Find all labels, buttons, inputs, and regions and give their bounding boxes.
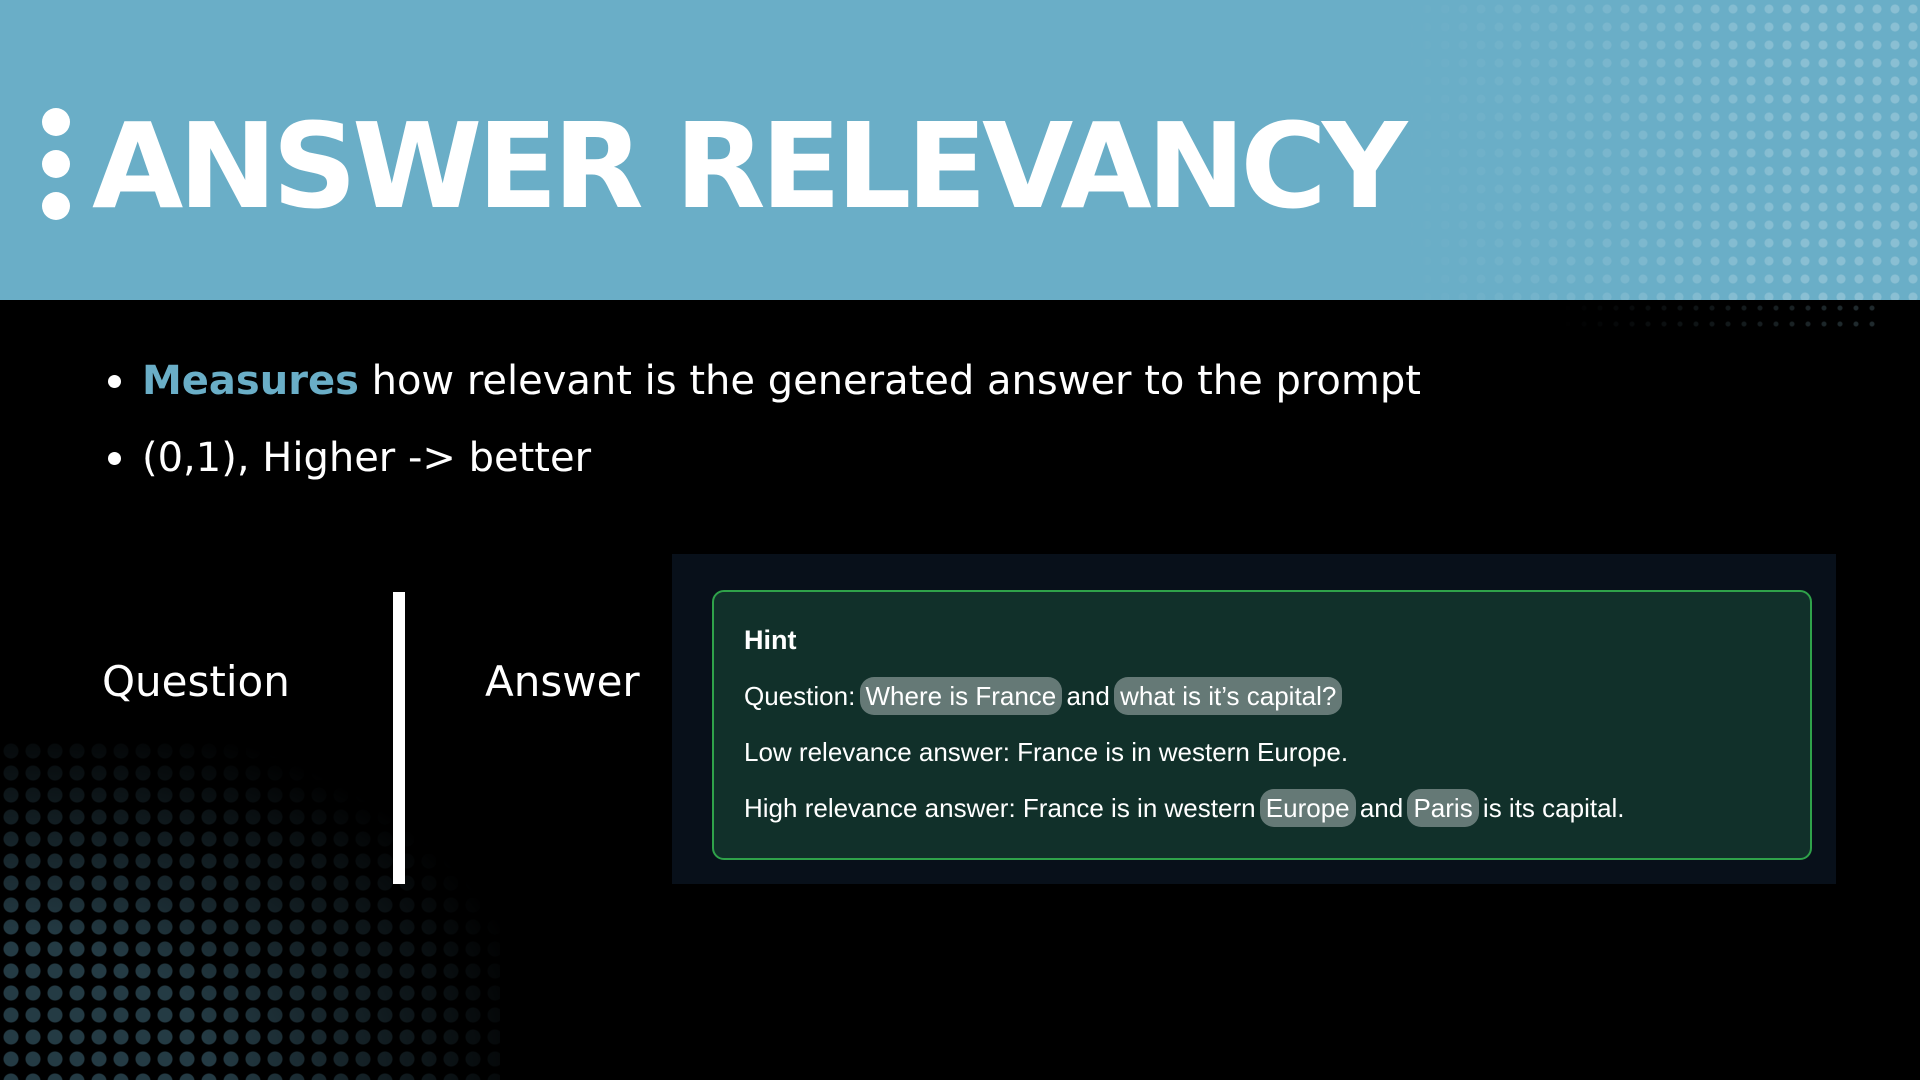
hint-question-prefix: Question: [744, 681, 863, 711]
bullet-text: (0,1), Higher -> better [142, 435, 592, 481]
dot-pattern-strip [1560, 300, 1880, 330]
hint-question-line: Question: Where is France and what is it… [744, 677, 1780, 715]
low-relevance-answer: Low relevance answer: France is in weste… [744, 737, 1349, 767]
vertical-divider [393, 592, 405, 884]
highlight-europe: Europe [1259, 789, 1356, 827]
high-relevance-answer: High relevance answer: France is in west… [744, 789, 1780, 827]
highlight-paris: Paris [1407, 789, 1479, 827]
high-answer-prefix: High relevance answer: France is in west… [744, 793, 1263, 823]
high-answer-suffix: is its capital. [1475, 793, 1625, 823]
title-banner: ANSWER RELEVANCY [0, 0, 1920, 300]
bullet-item: Measures how relevant is the generated a… [108, 355, 1421, 407]
answer-label: Answer [485, 657, 640, 706]
bullet-list: Measures how relevant is the generated a… [108, 355, 1421, 509]
high-answer-middle: and [1352, 793, 1411, 823]
corner-dot-pattern [0, 740, 500, 1080]
slide-title: ANSWER RELEVANCY [92, 97, 1407, 235]
highlight-capital-question: what is it’s capital? [1114, 677, 1343, 715]
bullet-text: how relevant is the generated answer to … [358, 358, 1421, 404]
question-label: Question [102, 657, 290, 706]
bullet-dot-icon [108, 375, 121, 388]
bullet-item: (0,1), Higher -> better [108, 432, 1421, 484]
slide: ANSWER RELEVANCY Measures how relevant i… [0, 0, 1920, 1080]
bullet-accent-text: Measures [142, 358, 359, 404]
header-dot-pattern [1400, 0, 1920, 300]
hint-screenshot-panel: Hint Question: Where is France and what … [672, 554, 1836, 884]
bullet-dot-icon [108, 452, 121, 465]
hint-title: Hint [744, 625, 797, 655]
colon-decoration-icon [42, 108, 70, 220]
highlight-where-is-france: Where is France [859, 677, 1063, 715]
hint-question-middle: and [1059, 681, 1118, 711]
hint-box: Hint Question: Where is France and what … [712, 590, 1812, 860]
